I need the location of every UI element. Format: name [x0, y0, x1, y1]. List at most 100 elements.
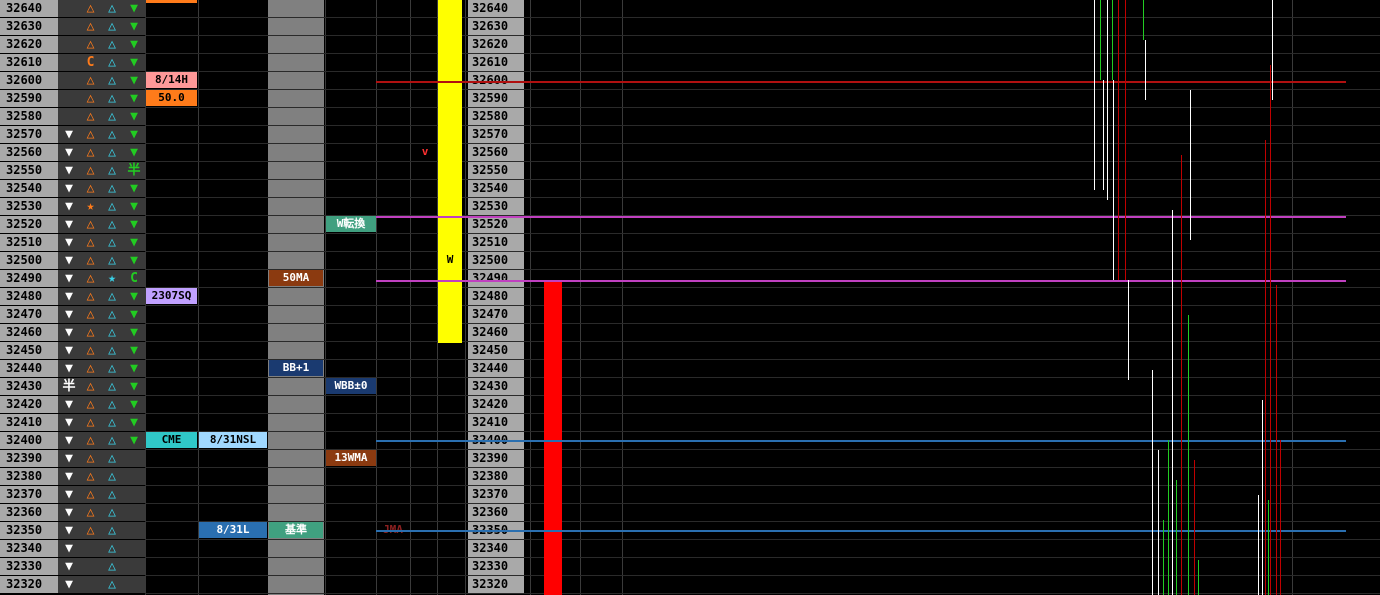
- col4-cell[interactable]: ▼: [123, 198, 145, 215]
- col4-cell[interactable]: ▼: [123, 360, 145, 377]
- col2-cell[interactable]: △: [80, 216, 101, 233]
- price-label[interactable]: 32600: [0, 72, 58, 89]
- col4-cell[interactable]: [123, 522, 145, 539]
- price-label-right[interactable]: 32390: [468, 450, 524, 467]
- col3-cell[interactable]: △: [101, 216, 123, 233]
- col4-cell[interactable]: ▼: [123, 108, 145, 125]
- price-label[interactable]: 32440: [0, 360, 58, 377]
- price-label[interactable]: 32630: [0, 18, 58, 35]
- price-label-right[interactable]: 32370: [468, 486, 524, 503]
- col1-cell[interactable]: ▼: [58, 504, 80, 521]
- col2-cell[interactable]: △: [80, 486, 101, 503]
- price-label[interactable]: 32420: [0, 396, 58, 413]
- price-label[interactable]: 32560: [0, 144, 58, 161]
- col2-cell[interactable]: △: [80, 342, 101, 359]
- price-label[interactable]: 32550: [0, 162, 58, 179]
- col1-cell[interactable]: ▼: [58, 270, 80, 287]
- col3-cell[interactable]: △: [101, 306, 123, 323]
- col4-cell[interactable]: [123, 504, 145, 521]
- col4-cell[interactable]: [123, 576, 145, 593]
- col2-cell[interactable]: △: [80, 144, 101, 161]
- col2-cell[interactable]: △: [80, 72, 101, 89]
- col3-cell[interactable]: △: [101, 378, 123, 395]
- price-label[interactable]: 32430: [0, 378, 58, 395]
- col3-cell[interactable]: △: [101, 450, 123, 467]
- price-label[interactable]: 32390: [0, 450, 58, 467]
- col3-cell[interactable]: △: [101, 576, 123, 593]
- col3-cell[interactable]: △: [101, 504, 123, 521]
- col2-cell[interactable]: △: [80, 90, 101, 107]
- col3-cell[interactable]: △: [101, 18, 123, 35]
- col1-cell[interactable]: [58, 54, 80, 71]
- col4-cell[interactable]: ▼: [123, 18, 145, 35]
- col2-cell[interactable]: △: [80, 432, 101, 449]
- col1-cell[interactable]: ▼: [58, 522, 80, 539]
- col2-cell[interactable]: △: [80, 396, 101, 413]
- col1-cell[interactable]: [58, 72, 80, 89]
- price-label-right[interactable]: 32490: [468, 270, 524, 287]
- col3-cell[interactable]: △: [101, 522, 123, 539]
- price-label-right[interactable]: 32640: [468, 0, 524, 17]
- price-label[interactable]: 32580: [0, 108, 58, 125]
- col4-cell[interactable]: [123, 540, 145, 557]
- price-label-right[interactable]: 32450: [468, 342, 524, 359]
- col2-cell[interactable]: △: [80, 162, 101, 179]
- col2-cell[interactable]: △: [80, 0, 101, 17]
- col3-cell[interactable]: △: [101, 198, 123, 215]
- price-label[interactable]: 32620: [0, 36, 58, 53]
- col1-cell[interactable]: ▼: [58, 306, 80, 323]
- col3-cell[interactable]: △: [101, 36, 123, 53]
- col1-cell[interactable]: ▼: [58, 180, 80, 197]
- col3-cell[interactable]: △: [101, 414, 123, 431]
- col4-cell[interactable]: [123, 468, 145, 485]
- price-label-right[interactable]: 32340: [468, 540, 524, 557]
- col2-cell[interactable]: △: [80, 252, 101, 269]
- col4-cell[interactable]: ▼: [123, 432, 145, 449]
- col1-cell[interactable]: ▼: [58, 360, 80, 377]
- col3-cell[interactable]: △: [101, 72, 123, 89]
- col1-cell[interactable]: ▼: [58, 126, 80, 143]
- col3-cell[interactable]: △: [101, 90, 123, 107]
- col1-cell[interactable]: 半: [58, 378, 80, 395]
- price-label-right[interactable]: 32320: [468, 576, 524, 593]
- col3-cell[interactable]: △: [101, 432, 123, 449]
- price-label[interactable]: 32500: [0, 252, 58, 269]
- col3-cell[interactable]: ★: [101, 270, 123, 287]
- col4-cell[interactable]: 半: [123, 162, 145, 179]
- col2-cell[interactable]: △: [80, 522, 101, 539]
- col1-cell[interactable]: ▼: [58, 540, 80, 557]
- price-label[interactable]: 32380: [0, 468, 58, 485]
- col3-cell[interactable]: △: [101, 252, 123, 269]
- col1-cell[interactable]: [58, 108, 80, 125]
- price-label-right[interactable]: 32580: [468, 108, 524, 125]
- price-label-right[interactable]: 32470: [468, 306, 524, 323]
- price-label[interactable]: 32460: [0, 324, 58, 341]
- price-label[interactable]: 32530: [0, 198, 58, 215]
- col2-cell[interactable]: △: [80, 180, 101, 197]
- col4-cell[interactable]: ▼: [123, 324, 145, 341]
- price-label-right[interactable]: 32540: [468, 180, 524, 197]
- price-label[interactable]: 32360: [0, 504, 58, 521]
- col2-cell[interactable]: △: [80, 306, 101, 323]
- col2-cell[interactable]: △: [80, 234, 101, 251]
- col1-cell[interactable]: ▼: [58, 252, 80, 269]
- col1-cell[interactable]: ▼: [58, 432, 80, 449]
- col2-cell[interactable]: △: [80, 126, 101, 143]
- col4-cell[interactable]: ▼: [123, 342, 145, 359]
- col1-cell[interactable]: ▼: [58, 558, 80, 575]
- col4-cell[interactable]: ▼: [123, 54, 145, 71]
- col4-cell[interactable]: ▼: [123, 72, 145, 89]
- col4-cell[interactable]: ▼: [123, 414, 145, 431]
- col4-cell[interactable]: [123, 450, 145, 467]
- price-label[interactable]: 32610: [0, 54, 58, 71]
- price-label-right[interactable]: 32380: [468, 468, 524, 485]
- price-label-right[interactable]: 32630: [468, 18, 524, 35]
- price-label[interactable]: 32540: [0, 180, 58, 197]
- col2-cell[interactable]: △: [80, 18, 101, 35]
- price-label-right[interactable]: 32330: [468, 558, 524, 575]
- price-label-right[interactable]: 32480: [468, 288, 524, 305]
- col2-cell[interactable]: [80, 558, 101, 575]
- price-label-right[interactable]: 32460: [468, 324, 524, 341]
- col3-cell[interactable]: △: [101, 162, 123, 179]
- col3-cell[interactable]: △: [101, 324, 123, 341]
